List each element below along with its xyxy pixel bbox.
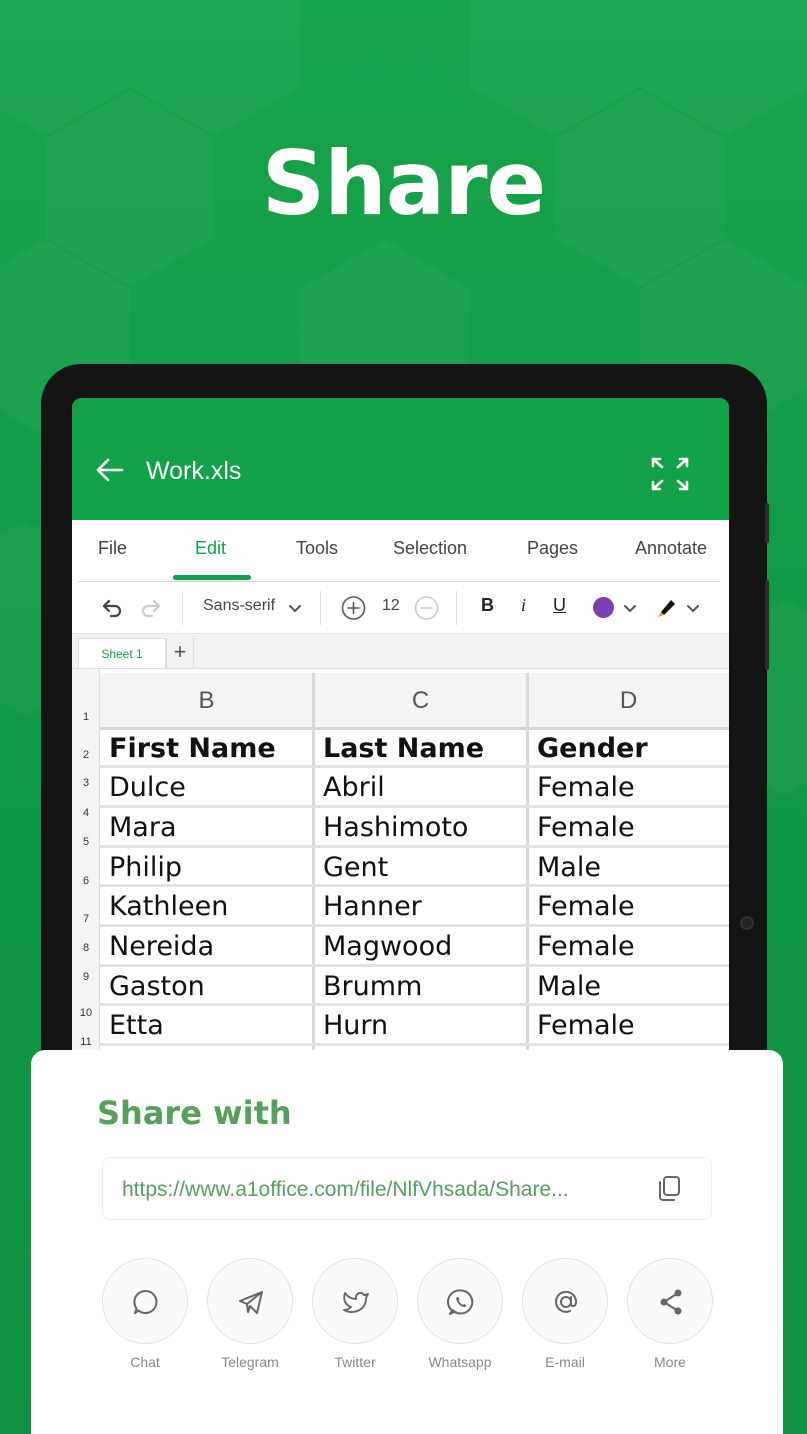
share-option-email[interactable]: E-mail	[522, 1258, 610, 1370]
share-option-label: More	[654, 1354, 686, 1370]
active-tab-indicator	[173, 575, 251, 580]
fullscreen-icon[interactable]	[650, 456, 690, 492]
chevron-down-icon[interactable]	[288, 596, 302, 620]
decrease-size-icon[interactable]	[414, 596, 439, 620]
table-cell[interactable]: Female	[528, 887, 729, 927]
table-header-cell[interactable]: First Name	[100, 729, 312, 769]
share-link-field[interactable]: https://www.a1office.com/file/NlfVhsada/…	[102, 1157, 712, 1220]
table-header-cell[interactable]: Last Name	[314, 729, 526, 769]
tab-pages[interactable]: Pages	[527, 538, 578, 559]
table-cell[interactable]: Kathleen	[100, 887, 312, 927]
copy-icon[interactable]	[656, 1175, 682, 1203]
telegram-icon	[239, 1291, 263, 1314]
table-cell[interactable]: Hanner	[314, 887, 526, 927]
row-number: 2	[82, 749, 90, 761]
font-family-select[interactable]: Sans-serif	[203, 597, 275, 621]
share-option-label: Telegram	[221, 1354, 279, 1370]
table-cell[interactable]: Abril	[314, 768, 526, 808]
table-cell[interactable]: Gent	[314, 848, 526, 888]
tablet-button	[765, 580, 769, 670]
share-option-label: E-mail	[545, 1354, 585, 1370]
sheet-tabs-bar: Sheet 1 +	[72, 633, 729, 669]
tab-edit[interactable]: Edit	[195, 538, 226, 559]
share-icon	[660, 1289, 682, 1315]
text-color-swatch[interactable]	[593, 597, 614, 618]
highlighter-icon[interactable]	[654, 596, 678, 620]
row-number: 4	[82, 807, 90, 819]
row-number-column	[72, 669, 100, 1058]
twitter-icon	[343, 1292, 369, 1313]
share-sheet-title: Share with	[97, 1094, 292, 1132]
italic-button[interactable]: i	[521, 595, 526, 619]
tab-tools[interactable]: Tools	[296, 538, 338, 559]
increase-size-icon[interactable]	[341, 596, 366, 620]
undo-icon[interactable]	[100, 596, 124, 620]
share-option-label: Whatsapp	[428, 1354, 492, 1370]
table-cell[interactable]: Female	[528, 768, 729, 808]
hero-title: Share	[261, 132, 547, 235]
column-header-b[interactable]: B	[100, 673, 316, 729]
app-screen: Work.xls File Edit Tools Selection Pages…	[72, 398, 729, 1058]
row-number: 6	[82, 875, 90, 887]
underline-button[interactable]: U	[553, 595, 566, 619]
table-cell[interactable]: Magwood	[314, 927, 526, 967]
table-header-cell[interactable]: Gender	[528, 729, 729, 769]
back-arrow-icon[interactable]	[94, 456, 124, 484]
chat-icon	[133, 1290, 158, 1314]
share-option-more[interactable]: More	[627, 1258, 715, 1370]
row-number: 10	[79, 1007, 93, 1019]
share-option-label: Twitter	[334, 1354, 376, 1370]
table-cell[interactable]: Dulce	[100, 768, 312, 808]
table-cell[interactable]: Brumm	[314, 967, 526, 1007]
share-sheet: Share with https://www.a1office.com/file…	[31, 1050, 783, 1434]
table-cell[interactable]: Hashimoto	[314, 808, 526, 848]
table-cell[interactable]: Male	[528, 967, 729, 1007]
table-cell[interactable]: Male	[528, 848, 729, 888]
table-cell[interactable]: Female	[528, 927, 729, 967]
tablet-button	[765, 503, 769, 543]
document-title: Work.xls	[146, 457, 242, 485]
table-cell[interactable]: Nereida	[100, 927, 312, 967]
share-option-telegram[interactable]: Telegram	[207, 1258, 295, 1370]
table-cell[interactable]: Gaston	[100, 967, 312, 1007]
bold-button[interactable]: B	[481, 595, 494, 619]
table-cell[interactable]: Etta	[100, 1006, 312, 1046]
row-number: 7	[82, 913, 90, 925]
font-size-value: 12	[382, 597, 400, 614]
camera-icon	[740, 916, 754, 930]
table-cell[interactable]: Philip	[100, 848, 312, 888]
redo-icon[interactable]	[139, 596, 163, 620]
row-number: 1	[82, 711, 90, 723]
sheet-tab-active[interactable]: Sheet 1	[78, 638, 166, 668]
table-cell[interactable]: Female	[528, 808, 729, 848]
whatsapp-icon	[447, 1289, 474, 1315]
row-number: 8	[82, 942, 90, 954]
share-option-label: Chat	[130, 1354, 160, 1370]
share-option-chat[interactable]: Chat	[102, 1258, 190, 1370]
share-option-twitter[interactable]: Twitter	[312, 1258, 400, 1370]
tab-annotate[interactable]: Annotate	[635, 538, 707, 559]
table-cell[interactable]: Female	[528, 1006, 729, 1046]
row-number: 3	[82, 777, 90, 789]
share-link-text: https://www.a1office.com/file/NlfVhsada/…	[122, 1178, 569, 1201]
column-header-c[interactable]: C	[314, 673, 530, 729]
chevron-down-icon[interactable]	[686, 596, 700, 620]
row-number: 9	[82, 971, 90, 983]
row-number: 5	[82, 836, 90, 848]
menu-tabs: File Edit Tools Selection Pages Annotate	[78, 520, 720, 582]
row-number: 11	[80, 1036, 92, 1048]
chevron-down-icon[interactable]	[623, 596, 637, 620]
table-cell[interactable]: Mara	[100, 808, 312, 848]
tab-selection[interactable]: Selection	[393, 538, 467, 559]
email-icon	[555, 1290, 578, 1313]
app-bar: Work.xls	[72, 398, 729, 520]
edit-toolbar: Sans-serif 12 B i U	[72, 583, 729, 633]
tab-file[interactable]: File	[98, 538, 127, 559]
table-cell[interactable]: Hurn	[314, 1006, 526, 1046]
column-header-d[interactable]: D	[528, 673, 729, 729]
share-option-whatsapp[interactable]: Whatsapp	[417, 1258, 505, 1370]
add-sheet-button[interactable]: +	[166, 638, 194, 668]
spreadsheet-grid: 1 2 3 4 5 6 7 8 9 10 11 B C D First Name…	[72, 669, 729, 1058]
